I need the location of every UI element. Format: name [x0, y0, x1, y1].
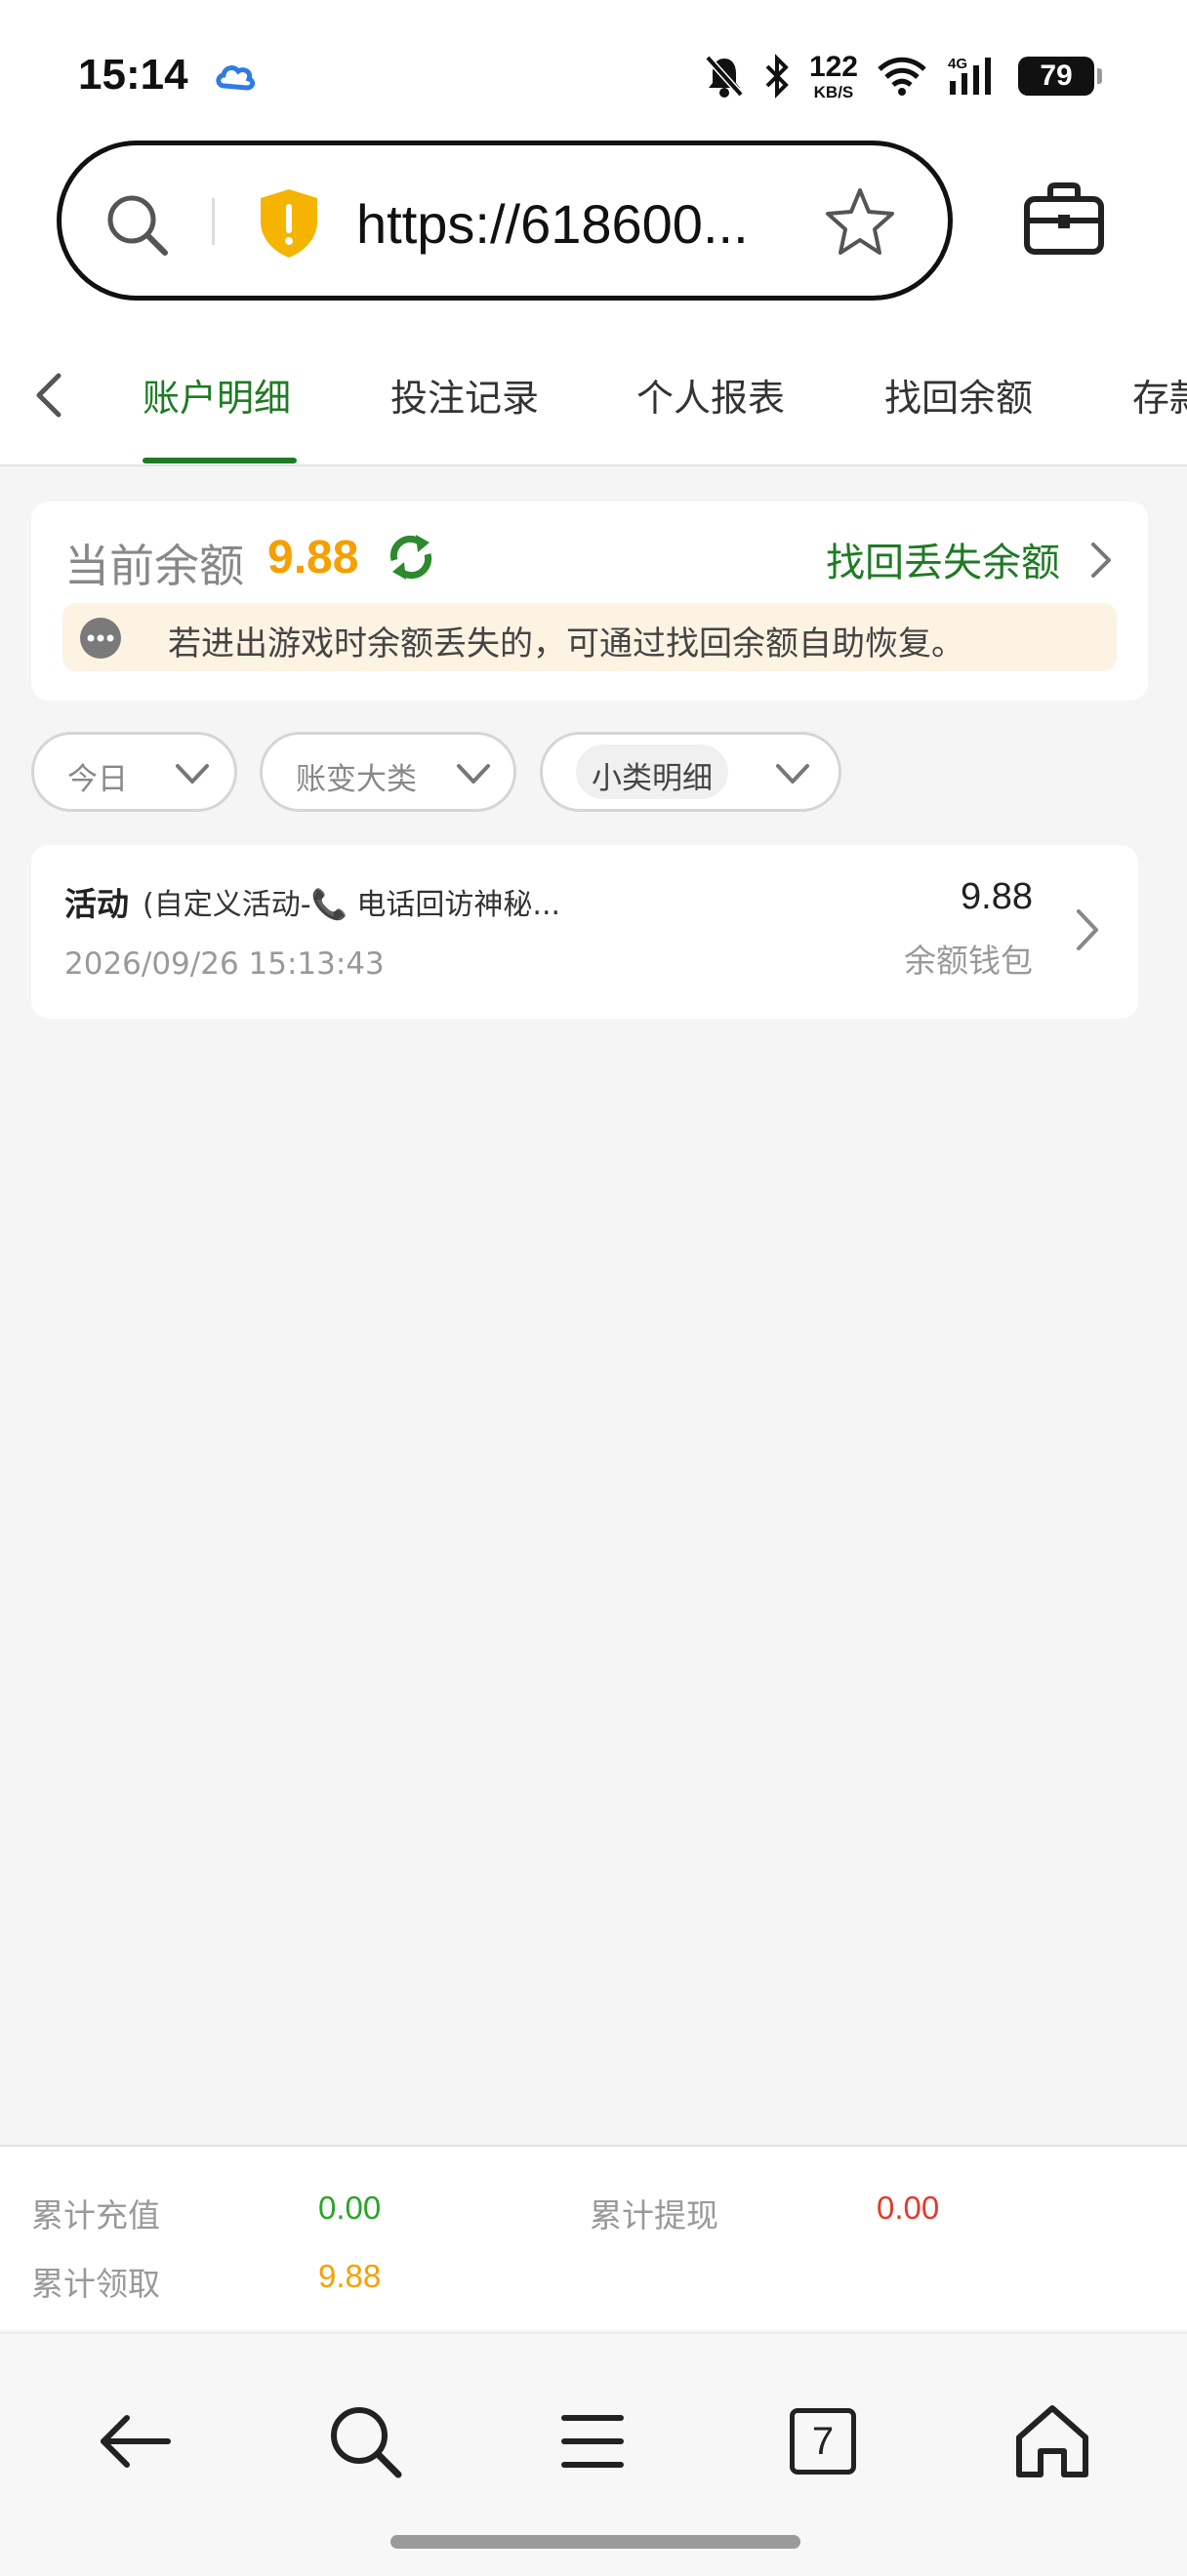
menu-icon [561, 2415, 624, 2468]
balance-label: 当前余额 [64, 540, 244, 592]
filter-date-label: 今日 [67, 762, 128, 797]
chevron-down-icon [457, 764, 490, 784]
chevron-right-icon[interactable] [1085, 539, 1115, 582]
address-bar[interactable]: https://618600... [57, 141, 953, 301]
bluetooth-icon [765, 54, 789, 99]
tab-recover-balance[interactable]: 找回余额 [884, 368, 1033, 422]
balance-value: 9.88 [267, 532, 359, 584]
balance-card: 当前余额 9.88 找回丢失余额 若进出游戏时余额丢失的，可通过找回余额自助恢复… [31, 502, 1148, 701]
address-separator [212, 198, 215, 245]
wifi-icon [878, 57, 926, 96]
network-speed: 122 KB/S [808, 50, 858, 101]
record-wallet: 余额钱包 [904, 942, 1033, 980]
url-text[interactable]: https://618600... [356, 192, 749, 256]
tab-account-details[interactable]: 账户明细 [143, 368, 291, 422]
signal-4g-icon: 4G [948, 56, 991, 95]
search-icon [331, 2407, 402, 2478]
filter-subcategory-pill: 小类明细 [576, 745, 728, 799]
chevron-right-icon[interactable] [1072, 906, 1101, 954]
tab-bet-records[interactable]: 投注记录 [390, 368, 539, 422]
svg-text:4G: 4G [948, 56, 967, 72]
summary-panel: 累计充值 0.00 累计提现 0.00 累计领取 9.88 [0, 2145, 1187, 2330]
battery-icon: 79 [1018, 57, 1102, 96]
tabs-icon: 7 [790, 2408, 856, 2475]
account-tabs: 账户明细 投注记录 个人报表 找回余额 存款 [0, 317, 1187, 466]
record-time: 2026/09/26 15:13:43 [64, 946, 385, 982]
back-button[interactable] [86, 2393, 184, 2490]
star-icon[interactable] [823, 184, 897, 259]
status-time: 15:14 [78, 51, 188, 99]
filter-category[interactable]: 账变大类 [260, 732, 516, 812]
menu-button[interactable] [544, 2393, 641, 2490]
balance-notice: 若进出游戏时余额丢失的，可通过找回余额自助恢复。 [62, 603, 1117, 671]
status-bar: 15:14 122 KB/S 4G 79 [0, 0, 1187, 137]
notice-text: 若进出游戏时余额丢失的，可通过找回余额自助恢复。 [168, 624, 964, 664]
filter-subcategory[interactable]: 小类明细 [540, 732, 841, 812]
withdraw-total-value: 0.00 [877, 2190, 940, 2226]
tab-personal-report[interactable]: 个人报表 [636, 368, 785, 422]
home-button[interactable] [1003, 2393, 1101, 2490]
warning-shield-icon[interactable] [257, 186, 321, 261]
search-button[interactable] [316, 2393, 414, 2490]
chevron-down-icon [776, 764, 809, 784]
chat-bubble-icon [80, 618, 121, 659]
recharge-total-value: 0.00 [318, 2190, 382, 2226]
record-amount: 9.88 [961, 876, 1033, 917]
withdraw-total-label: 累计提现 [590, 2196, 718, 2234]
claim-total-value: 9.88 [318, 2258, 382, 2294]
chevron-down-icon [176, 764, 209, 784]
chevron-left-icon[interactable] [29, 366, 68, 424]
record-type: 活动 [64, 885, 129, 923]
record-description: (自定义活动-📞 电话回访神秘... [143, 888, 561, 922]
filter-subcategory-label: 小类明细 [592, 761, 713, 796]
recharge-total-label: 累计充值 [31, 2196, 160, 2234]
filter-category-label: 账变大类 [296, 762, 417, 797]
back-arrow-icon [101, 2415, 171, 2468]
home-indicator[interactable] [390, 2535, 800, 2549]
browser-toolbar: https://618600... [0, 137, 1187, 317]
cloud-icon [216, 65, 256, 91]
filter-date[interactable]: 今日 [31, 732, 237, 812]
find-lost-balance-link[interactable]: 找回丢失余额 [826, 531, 1060, 587]
list-item[interactable]: 活动 (自定义活动-📞 电话回访神秘... 2026/09/26 15:13:4… [31, 845, 1138, 1019]
refresh-icon[interactable] [385, 531, 437, 584]
tab-deposit[interactable]: 存款 [1132, 368, 1187, 422]
search-icon[interactable] [102, 190, 171, 259]
toolbox-icon[interactable] [1023, 181, 1105, 256]
claim-total-label: 累计领取 [31, 2265, 160, 2303]
tab-count: 7 [811, 2419, 835, 2463]
tabs-button[interactable]: 7 [774, 2393, 872, 2490]
active-tab-indicator [143, 458, 297, 463]
mute-bell-icon [705, 55, 744, 98]
home-icon [1016, 2405, 1088, 2477]
